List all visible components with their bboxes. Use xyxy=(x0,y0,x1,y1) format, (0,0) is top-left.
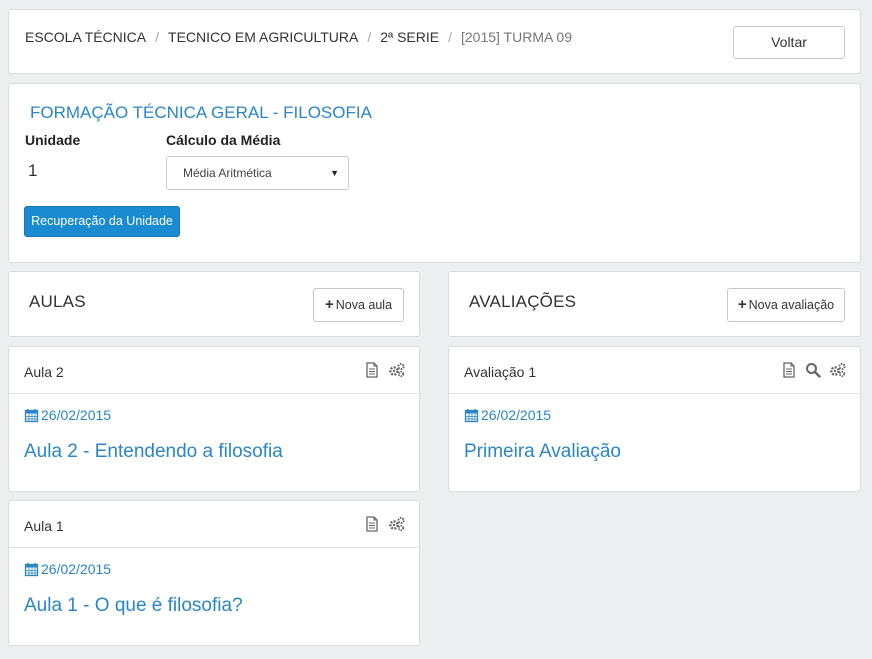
unit-label: Unidade xyxy=(25,132,81,148)
new-assessment-label: Nova avaliação xyxy=(748,298,835,312)
average-calc-select[interactable]: Média Aritmética ▼ xyxy=(166,156,349,190)
breadcrumb-item-class: [2015] TURMA 09 xyxy=(460,29,573,45)
document-icon[interactable] xyxy=(364,516,380,532)
average-calc-selected: Média Aritmética xyxy=(183,166,272,180)
lesson-title: Aula 2 xyxy=(24,364,64,380)
lesson-card: Aula 2 26/02/2015 Aula 2 - Entendendo a … xyxy=(8,346,420,492)
assessments-title: AVALIAÇÕES xyxy=(469,292,577,311)
lesson-date-text: 26/02/2015 xyxy=(41,561,112,577)
gears-icon[interactable] xyxy=(388,362,405,378)
caret-down-icon: ▼ xyxy=(330,168,339,178)
breadcrumb-card: ESCOLA TÉCNICA / TECNICO EM AGRICULTURA / 2ª… xyxy=(8,9,861,74)
lesson-actions xyxy=(364,362,405,378)
new-lesson-label: Nova aula xyxy=(335,298,393,312)
breadcrumb: ESCOLA TÉCNICA / TECNICO EM AGRICULTURA / 2ª… xyxy=(25,29,572,45)
assessment-card-header: Avaliação 1 xyxy=(449,347,860,394)
lesson-actions xyxy=(364,516,405,532)
subject-info-card: FORMAÇÃO TÉCNICA GERAL - FILOSOFIA Unida… xyxy=(8,83,861,263)
assessment-title: Avaliação 1 xyxy=(464,364,537,380)
breadcrumb-item-school[interactable]: ESCOLA TÉCNICA xyxy=(25,29,146,45)
assessments-header: AVALIAÇÕES + Nova avaliação xyxy=(448,271,861,337)
lessons-header: AULAS + Nova aula xyxy=(8,271,420,337)
lesson-title: Aula 1 xyxy=(24,518,64,534)
gears-icon[interactable] xyxy=(829,362,846,378)
calendar-icon xyxy=(464,408,479,422)
calendar-icon xyxy=(24,562,39,576)
unit-value: 1 xyxy=(28,161,38,180)
lesson-card-header: Aula 1 xyxy=(9,501,419,548)
lessons-title: AULAS xyxy=(29,292,86,311)
document-icon[interactable] xyxy=(781,362,797,378)
lesson-link[interactable]: Aula 1 - O que é filosofia? xyxy=(24,595,243,617)
lesson-date: 26/02/2015 xyxy=(24,407,111,423)
new-assessment-button[interactable]: + Nova avaliação xyxy=(727,288,845,322)
unit-recovery-button[interactable]: Recuperação da Unidade xyxy=(24,206,180,237)
breadcrumb-item-grade[interactable]: 2ª SERIE xyxy=(380,29,439,45)
subject-title: FORMAÇÃO TÉCNICA GERAL - FILOSOFIA xyxy=(30,103,372,122)
assessment-date-text: 26/02/2015 xyxy=(481,407,552,423)
breadcrumb-separator: / xyxy=(448,29,452,45)
breadcrumb-item-course[interactable]: TECNICO EM AGRICULTURA xyxy=(168,29,358,45)
assessment-link[interactable]: Primeira Avaliação xyxy=(464,441,621,463)
assessment-card: Avaliação 1 26/02/2015 Primeira Avaliaçã… xyxy=(448,346,861,492)
search-icon[interactable] xyxy=(805,362,821,378)
breadcrumb-separator: / xyxy=(367,29,372,45)
back-button[interactable]: Voltar xyxy=(733,26,845,59)
gears-icon[interactable] xyxy=(388,516,405,532)
average-calc-label: Cálculo da Média xyxy=(166,132,281,148)
calendar-icon xyxy=(24,408,39,422)
plus-icon: + xyxy=(737,296,747,313)
plus-icon: + xyxy=(324,296,334,313)
assessment-date: 26/02/2015 xyxy=(464,407,551,423)
lesson-date-text: 26/02/2015 xyxy=(41,407,112,423)
new-lesson-button[interactable]: + Nova aula xyxy=(313,288,404,322)
assessment-actions xyxy=(781,362,846,378)
document-icon[interactable] xyxy=(364,362,380,378)
lesson-link[interactable]: Aula 2 - Entendendo a filosofia xyxy=(24,441,283,463)
lesson-card-header: Aula 2 xyxy=(9,347,419,394)
breadcrumb-separator: / xyxy=(155,29,160,45)
lesson-date: 26/02/2015 xyxy=(24,561,111,577)
lesson-card: Aula 1 26/02/2015 Aula 1 - O que é filos… xyxy=(8,500,420,646)
